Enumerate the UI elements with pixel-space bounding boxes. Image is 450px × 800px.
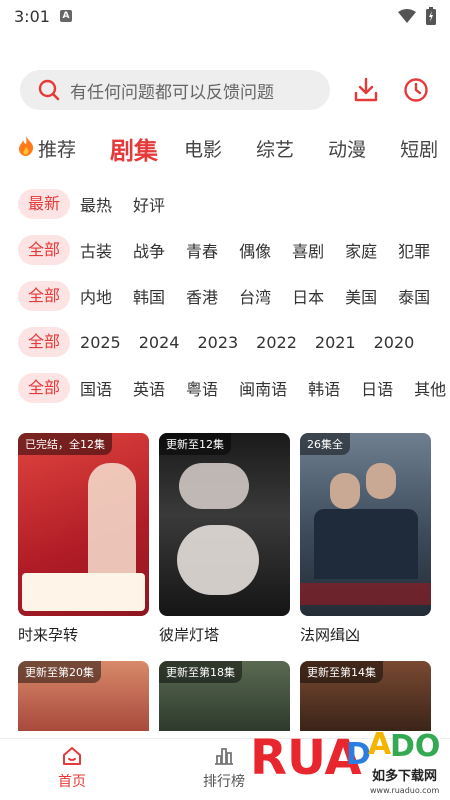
filter-option[interactable]: 台湾 (239, 284, 271, 308)
home-icon (63, 747, 81, 765)
svg-text:A: A (368, 727, 392, 762)
filter-option[interactable]: 2020 (374, 333, 415, 352)
poster-image: 已完结，全12集 (18, 433, 149, 616)
filter-option[interactable]: 韩语 (308, 376, 340, 400)
filter-option[interactable]: 2022 (256, 333, 297, 352)
tab-movie[interactable]: 电影 (184, 135, 222, 162)
filter-option[interactable]: 喜剧 (292, 238, 324, 262)
tab-series[interactable]: 剧集 (110, 131, 158, 166)
tab-label: 推荐 (38, 138, 77, 161)
filter-option[interactable]: 2023 (197, 333, 238, 352)
episode-badge: 更新至第18集 (159, 661, 242, 683)
filter-option[interactable]: 内地 (80, 284, 112, 308)
filter-option[interactable]: 好评 (133, 192, 165, 216)
filter-option[interactable]: 最热 (80, 192, 112, 216)
episode-badge: 更新至12集 (159, 433, 231, 455)
status-bar: 3:01 A (0, 0, 450, 32)
nav-rank[interactable]: 排行榜 (194, 745, 254, 791)
poster-image: 更新至12集 (159, 433, 290, 616)
poster-image: 更新至第20集 (18, 661, 149, 731)
tab-variety[interactable]: 综艺 (256, 135, 294, 162)
filter-option[interactable]: 家庭 (345, 238, 377, 262)
filter-row-sort: 最新 最热 好评 (18, 189, 450, 219)
filter-option[interactable]: 其他 (414, 376, 446, 400)
show-card[interactable]: 更新至第20集 (18, 661, 149, 731)
filter-option[interactable]: 粤语 (186, 376, 218, 400)
tab-anime[interactable]: 动漫 (328, 135, 366, 162)
watermark-cn: 如多下载网 (372, 768, 437, 784)
notification-icon: A (59, 10, 72, 22)
filter-row-year: 全部 2025 2024 2023 2022 2021 2020 (18, 327, 450, 357)
filter-chip-active[interactable]: 最新 (18, 189, 71, 219)
filter-option[interactable]: 日本 (292, 284, 324, 308)
nav-home[interactable]: 首页 (42, 745, 102, 791)
filter-option[interactable]: 犯罪 (398, 238, 430, 262)
category-tabs: 推荐 剧集 电影 综艺 动漫 短剧 (16, 128, 450, 168)
episode-badge: 更新至第14集 (300, 661, 383, 683)
show-card[interactable]: 已完结，全12集 时来孕转 (18, 433, 149, 645)
svg-text:DO: DO (390, 729, 440, 764)
nav-home-label: 首页 (58, 774, 86, 790)
filter-chip-active[interactable]: 全部 (18, 327, 71, 357)
filter-row-language: 全部 国语 英语 粤语 闽南语 韩语 日语 其他 (18, 373, 450, 403)
show-card[interactable]: 26集全 法网缉凶 (300, 433, 431, 645)
filter-row-region: 全部 内地 韩国 香港 台湾 日本 美国 泰国 (18, 281, 450, 311)
filter-option[interactable]: 偶像 (239, 238, 271, 262)
poster-image: 26集全 (300, 433, 431, 616)
filter-option[interactable]: 国语 (80, 376, 112, 400)
show-card[interactable]: 更新至12集 彼岸灯塔 (159, 433, 290, 645)
show-title: 彼岸灯塔 (159, 626, 220, 644)
search-row: 有任何问题都可以反馈问题 (20, 70, 440, 110)
search-input[interactable]: 有任何问题都可以反馈问题 (20, 70, 330, 110)
filter-option[interactable]: 2024 (139, 333, 180, 352)
wifi-icon (398, 9, 416, 23)
filter-option[interactable]: 古装 (80, 238, 112, 262)
tab-recommend[interactable]: 推荐 (16, 135, 76, 162)
filter-chip-active[interactable]: 全部 (18, 373, 71, 403)
filter-option[interactable]: 英语 (133, 376, 165, 400)
download-icon[interactable] (352, 76, 380, 104)
svg-text:RUA: RUA (250, 730, 362, 786)
search-icon (38, 79, 60, 101)
filter-option[interactable]: 2021 (315, 333, 356, 352)
episode-badge: 26集全 (300, 433, 350, 455)
episode-badge: 更新至第20集 (18, 661, 101, 683)
fire-icon (16, 135, 36, 162)
show-title: 时来孕转 (18, 626, 79, 644)
show-title: 法网缉凶 (300, 626, 361, 644)
filter-option[interactable]: 泰国 (398, 284, 430, 308)
filter-chip-active[interactable]: 全部 (18, 281, 71, 311)
search-placeholder: 有任何问题都可以反馈问题 (70, 82, 274, 103)
filter-option[interactable]: 2025 (80, 333, 121, 352)
filter-option[interactable]: 日语 (361, 376, 393, 400)
filter-option[interactable]: 香港 (186, 284, 218, 308)
filter-option[interactable]: 美国 (345, 284, 377, 308)
status-time: 3:01 (14, 6, 50, 26)
filter-chip-active[interactable]: 全部 (18, 235, 71, 265)
filter-option[interactable]: 韩国 (133, 284, 165, 308)
filter-option[interactable]: 青春 (186, 238, 218, 262)
history-clock-icon[interactable] (402, 76, 430, 104)
filter-option[interactable]: 闽南语 (239, 376, 287, 400)
filter-row-genre: 全部 古装 战争 青春 偶像 喜剧 家庭 犯罪 (18, 235, 450, 265)
nav-rank-label: 排行榜 (203, 774, 245, 790)
episode-badge: 已完结，全12集 (18, 433, 112, 455)
watermark-logo: RUA D A DO 如多下载网 www.ruaduo.com (248, 716, 440, 800)
filter-option[interactable]: 战争 (133, 238, 165, 262)
tab-short-drama[interactable]: 短剧 (400, 135, 438, 162)
leaderboard-icon (215, 748, 233, 765)
battery-icon (426, 7, 436, 25)
watermark-url: www.ruaduo.com (370, 786, 439, 795)
